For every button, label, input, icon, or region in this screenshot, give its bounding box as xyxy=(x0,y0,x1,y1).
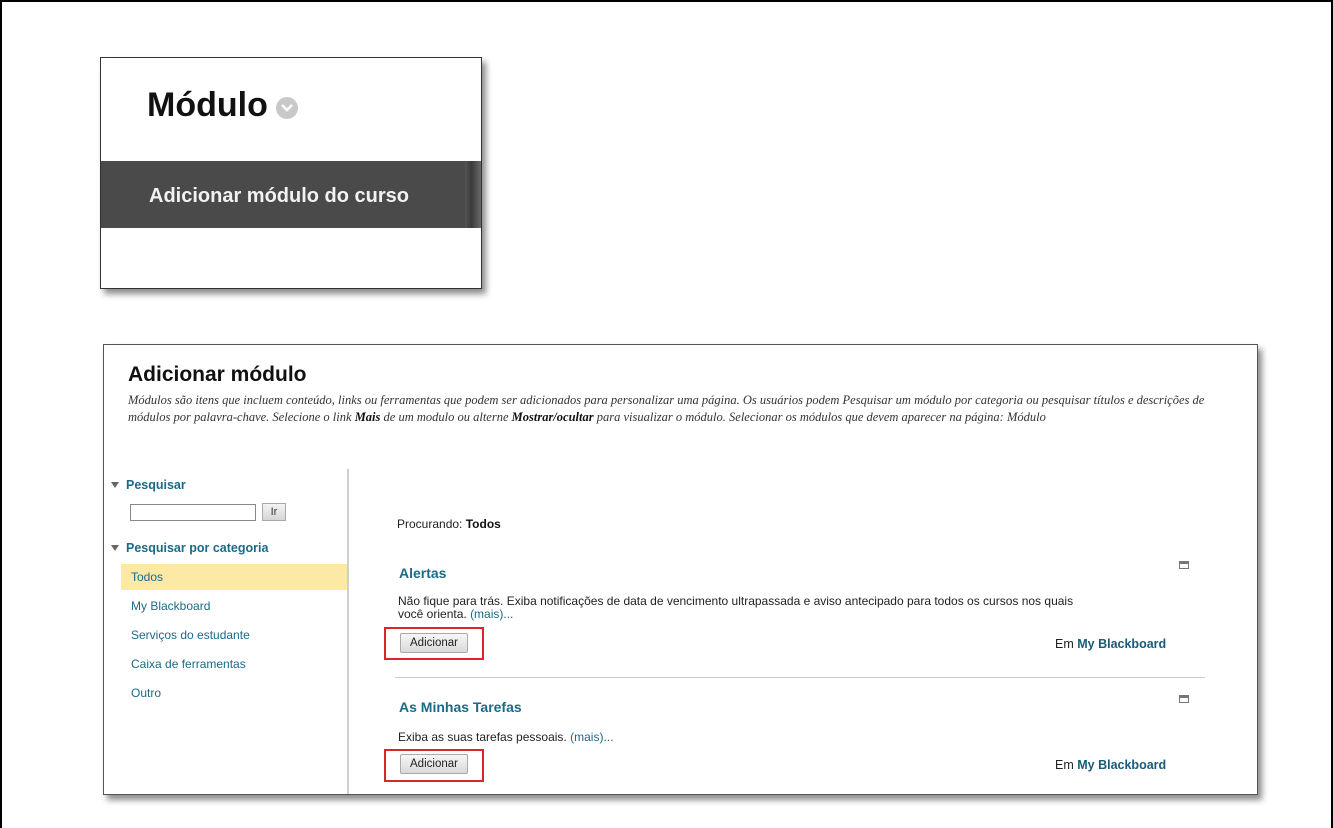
in-value: My Blackboard xyxy=(1077,758,1167,772)
module-results: Procurando: Todos Alertas Não fique para… xyxy=(349,469,1257,794)
search-heading[interactable]: Pesquisar xyxy=(111,478,186,492)
module-menu-title[interactable]: Módulo xyxy=(147,86,298,125)
window-icon[interactable] xyxy=(1179,561,1189,569)
module-divider xyxy=(395,677,1205,678)
highlight-annotation-box xyxy=(384,627,484,660)
module-title-alerts[interactable]: Alertas xyxy=(399,565,446,581)
description-text-2: de um modulo ou alterne xyxy=(380,410,512,424)
description-toggle-term: Mostrar/ocultar xyxy=(511,410,594,424)
module-description-my-tasks: Exiba as suas tarefas pessoais. (mais)..… xyxy=(398,731,1098,744)
category-item-my-blackboard[interactable]: My Blackboard xyxy=(121,593,347,619)
description-more-term: Mais xyxy=(354,410,381,424)
module-title-text: Módulo xyxy=(147,86,268,124)
chevron-down-icon[interactable] xyxy=(275,96,298,119)
menu-bar-edge xyxy=(465,161,481,228)
search-sidebar: Pesquisar Ir Pesquisar por categoria Tod… xyxy=(104,469,349,794)
description-text-3: para visualizar o módulo. Selecionar os … xyxy=(593,410,1046,424)
more-link[interactable]: (mais)... xyxy=(570,730,613,744)
add-course-module-item[interactable]: Adicionar módulo do curso xyxy=(149,185,409,208)
page-title: Adicionar módulo xyxy=(128,363,307,386)
module-location-my-tasks: Em My Blackboard xyxy=(1055,758,1166,772)
category-item-todos[interactable]: Todos xyxy=(121,564,347,590)
more-link[interactable]: (mais)... xyxy=(470,607,513,621)
in-label: Em xyxy=(1055,758,1074,772)
category-heading-label: Pesquisar por categoria xyxy=(126,541,269,555)
category-item-other[interactable]: Outro xyxy=(121,680,347,706)
in-label: Em xyxy=(1055,637,1074,651)
collapse-triangle-icon xyxy=(111,545,119,551)
in-value: My Blackboard xyxy=(1077,637,1167,651)
highlight-annotation-box xyxy=(384,749,484,782)
search-heading-label: Pesquisar xyxy=(126,478,186,492)
menu-bar: Adicionar módulo do curso xyxy=(101,161,467,228)
go-button[interactable]: Ir xyxy=(262,503,286,521)
module-menu-panel: Módulo Adicionar módulo do curso xyxy=(100,57,482,289)
module-location-alerts: Em My Blackboard xyxy=(1055,637,1166,651)
category-heading[interactable]: Pesquisar por categoria xyxy=(111,541,268,555)
category-item-student-services[interactable]: Serviços do estudante xyxy=(121,622,347,648)
searching-value: Todos xyxy=(465,517,501,531)
window-icon[interactable] xyxy=(1179,695,1189,703)
module-title-my-tasks[interactable]: As Minhas Tarefas xyxy=(399,699,522,715)
module-description-text: Exiba as suas tarefas pessoais. xyxy=(398,730,567,744)
category-item-toolbox[interactable]: Caixa de ferramentas xyxy=(121,651,347,677)
module-description-alerts: Não fique para trás. Exiba notificações … xyxy=(398,595,1098,620)
searching-label: Procurando: xyxy=(397,517,463,531)
page-description: Módulos são itens que incluem conteúdo, … xyxy=(128,392,1248,426)
searching-status: Procurando: Todos xyxy=(397,517,501,531)
collapse-triangle-icon xyxy=(111,482,119,488)
search-input[interactable] xyxy=(130,504,256,521)
add-module-panel: Adicionar módulo Módulos são itens que i… xyxy=(103,344,1258,795)
